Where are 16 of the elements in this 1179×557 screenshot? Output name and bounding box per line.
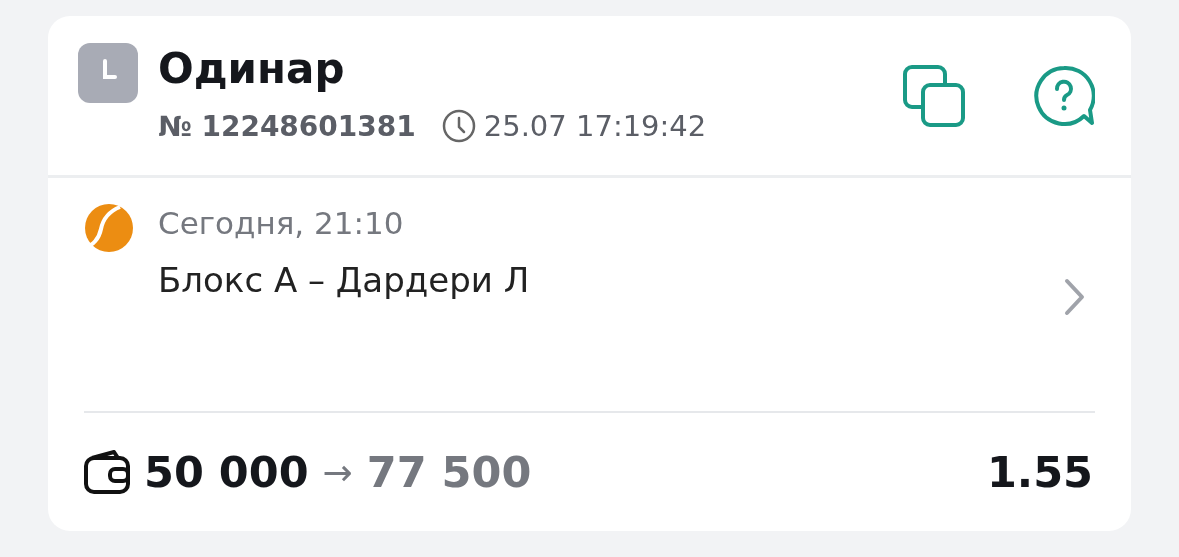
clock-icon [78,43,138,103]
payout-amount: 77 500 [366,447,533,497]
bet-datetime: 25.07 17:19:42 [483,109,707,143]
clock-icon [441,109,476,143]
odds-value: 1.55 [986,447,1093,497]
bet-type-title: Одинар [158,43,346,95]
wallet-icon [84,450,130,494]
bet-number: № 12248601381 [158,109,416,143]
help-icon[interactable] [1033,65,1095,127]
stake-amount: 50 000 [144,447,309,497]
chevron-icon[interactable] [1063,277,1087,317]
tennis-ball-icon [84,203,134,253]
copy-icon[interactable] [903,65,965,127]
event-time: Сегодня, 21:10 [158,204,405,243]
event-name: Блокс А – Дардери Л [158,259,531,301]
arrow-sign: → [322,451,353,493]
